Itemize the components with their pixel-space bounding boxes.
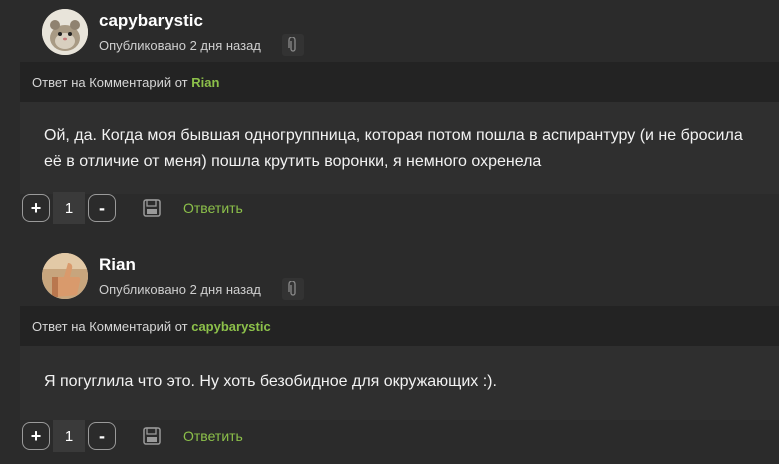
comment-body: Ой, да. Когда моя бывшая одногруппница, … <box>20 102 779 194</box>
comment-actions: + 1 - Ответить <box>20 418 779 456</box>
upvote-button[interactable]: + <box>22 422 50 450</box>
floppy-disk-icon[interactable] <box>142 198 162 218</box>
attachment-button[interactable] <box>282 278 304 300</box>
reply-to-author-link[interactable]: capybarystic <box>191 319 271 334</box>
thumbs-up-avatar-image <box>42 253 88 299</box>
attachment-button[interactable] <box>282 34 304 56</box>
hamster-avatar-image <box>42 9 88 55</box>
reply-button[interactable]: Ответить <box>183 428 243 444</box>
published-time: Опубликовано 2 дня назад <box>99 282 261 297</box>
vote-count: 1 <box>53 420 85 452</box>
comment-header: Rian Опубликовано 2 дня назад <box>20 244 779 306</box>
reply-to-bar: Ответ на Комментарий от capybarystic <box>20 306 779 346</box>
published-time: Опубликовано 2 дня назад <box>99 38 261 53</box>
reply-to-label: Ответ на Комментарий от <box>32 74 192 90</box>
reply-to-author-link[interactable]: Rian <box>191 75 219 90</box>
vote-count: 1 <box>53 192 85 224</box>
comment: capybarystic Опубликовано 2 дня назад От… <box>20 0 779 228</box>
reply-to-bar: Ответ на Комментарий от Rian <box>20 62 779 102</box>
reply-to-label: Ответ на Комментарий от <box>32 318 192 334</box>
reply-button[interactable]: Ответить <box>183 200 243 216</box>
floppy-disk-icon[interactable] <box>142 426 162 446</box>
paperclip-icon <box>288 37 296 52</box>
downvote-button[interactable]: - <box>88 422 116 450</box>
avatar[interactable] <box>42 9 88 55</box>
comment-header: capybarystic Опубликовано 2 дня назад <box>20 0 779 62</box>
comment-body: Я погуглила что это. Ну хоть безобидное … <box>20 346 779 420</box>
author-name[interactable]: capybarystic <box>99 11 203 31</box>
paperclip-icon <box>288 281 296 296</box>
avatar[interactable] <box>42 253 88 299</box>
comment-thread: capybarystic Опубликовано 2 дня назад От… <box>0 0 779 464</box>
comment-actions: + 1 - Ответить <box>20 190 779 228</box>
comment: Rian Опубликовано 2 дня назад Ответ на К… <box>20 244 779 456</box>
author-name[interactable]: Rian <box>99 255 136 275</box>
upvote-button[interactable]: + <box>22 194 50 222</box>
downvote-button[interactable]: - <box>88 194 116 222</box>
